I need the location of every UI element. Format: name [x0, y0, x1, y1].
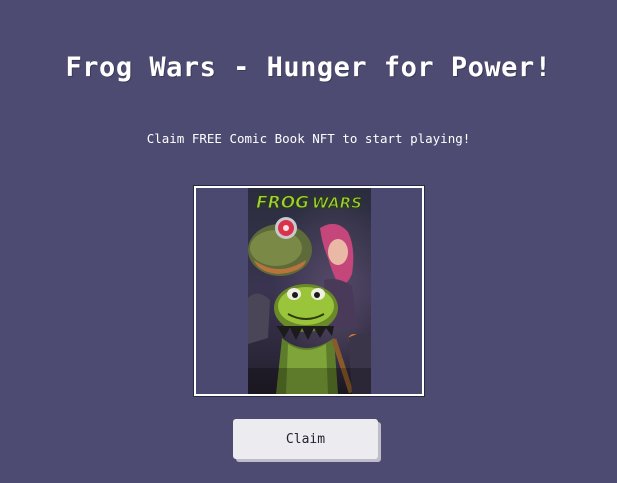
cover-logo-wars: WARS — [312, 194, 362, 212]
page-subtitle: Claim FREE Comic Book NFT to start playi… — [146, 131, 471, 146]
nft-image-frame: FROG WARS — [193, 185, 425, 397]
cover-logo-frog: FROG — [256, 193, 309, 213]
page-title: Frog Wars - Hunger for Power! — [65, 52, 552, 83]
claim-button[interactable]: Claim — [233, 419, 378, 459]
claim-page: Frog Wars - Hunger for Power! Claim FREE… — [0, 0, 617, 483]
comic-book-cover-image: FROG WARS — [248, 188, 371, 394]
